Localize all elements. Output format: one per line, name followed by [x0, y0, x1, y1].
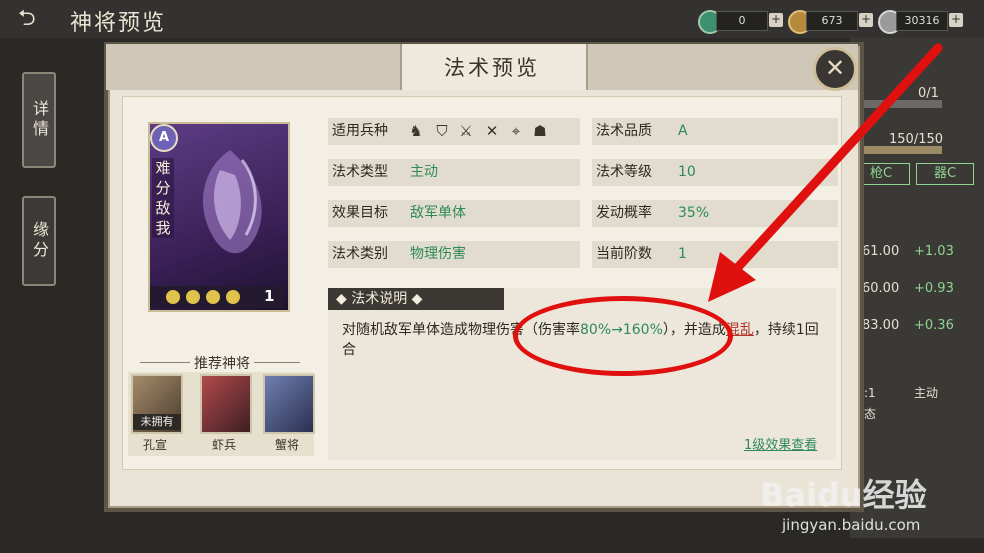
category-label: 法术类别: [332, 246, 388, 262]
card-count: 1: [264, 287, 275, 305]
target-label: 效果目标: [332, 205, 388, 221]
watermark-url: jingyan.baidu.com: [782, 516, 921, 534]
jade-count: 0: [716, 11, 768, 31]
baidu-logo: Baidu经验: [760, 476, 927, 514]
stat-value-3: 83.00: [862, 318, 900, 333]
general-portrait-xiabing[interactable]: [200, 374, 252, 434]
crosshair-icon: ⌖: [511, 122, 521, 140]
swirl-icon: [166, 290, 180, 304]
description-header: ◆ 法术说明 ◆: [328, 288, 504, 310]
add-silver-button[interactable]: +: [949, 13, 963, 27]
silver-count: 30316: [896, 11, 948, 31]
stat-delta-3: +0.36: [914, 318, 954, 333]
dialog-title: 法术预览: [444, 56, 540, 80]
horse-icon: ♞: [409, 122, 423, 140]
add-jade-button[interactable]: +: [769, 13, 783, 27]
bow-icon: ⚔: [459, 122, 473, 140]
general-name: 虾兵: [211, 438, 236, 452]
stage-value: 1: [678, 246, 687, 262]
swirl-icon: [226, 290, 240, 304]
stage-label: 当前阶数: [596, 246, 652, 262]
general-portrait-xiejiang[interactable]: [263, 374, 315, 434]
type-label: 法术类型: [332, 164, 388, 180]
gold-count: 673: [806, 11, 858, 31]
spell-art-icon: [203, 150, 262, 254]
rate-label: 发动概率: [596, 205, 652, 221]
general-name: 蟹将: [274, 438, 299, 452]
level-effect-link[interactable]: 1级效果查看: [744, 434, 817, 453]
swirl-icon: [186, 290, 200, 304]
target-value: 敌军单体: [410, 205, 466, 221]
mushroom-icon: ☗: [533, 122, 547, 140]
description-title: 法术说明: [351, 291, 408, 307]
type-value: 主动: [410, 164, 438, 180]
crossed-swords-icon: ✕: [485, 122, 499, 140]
tab-fate[interactable]: 缘分: [22, 196, 56, 286]
card-name: 难分敌我: [152, 158, 174, 238]
shield-icon: ⛉: [436, 122, 448, 140]
quality-label: 法术品质: [596, 123, 652, 139]
page-title: 神将预览: [70, 11, 167, 36]
troop-label: 适用兵种: [332, 123, 388, 139]
recommend-title: 推荐神将: [190, 353, 254, 373]
back-arrow-icon[interactable]: ⮌: [18, 8, 54, 30]
bg-extra-2: 主动: [914, 386, 939, 400]
swirl-icon: [206, 290, 220, 304]
annotation-arrow-icon: [708, 43, 943, 302]
level-label: 法术等级: [596, 164, 652, 180]
card-grade-badge: A: [150, 124, 178, 152]
quality-value: A: [678, 123, 688, 139]
add-gold-button[interactable]: +: [859, 13, 873, 27]
general-name: 孔宣: [142, 438, 167, 452]
tab-details[interactable]: 详情: [22, 72, 56, 168]
category-value: 物理伤害: [410, 246, 466, 262]
not-owned-tag: 未拥有: [133, 414, 181, 430]
